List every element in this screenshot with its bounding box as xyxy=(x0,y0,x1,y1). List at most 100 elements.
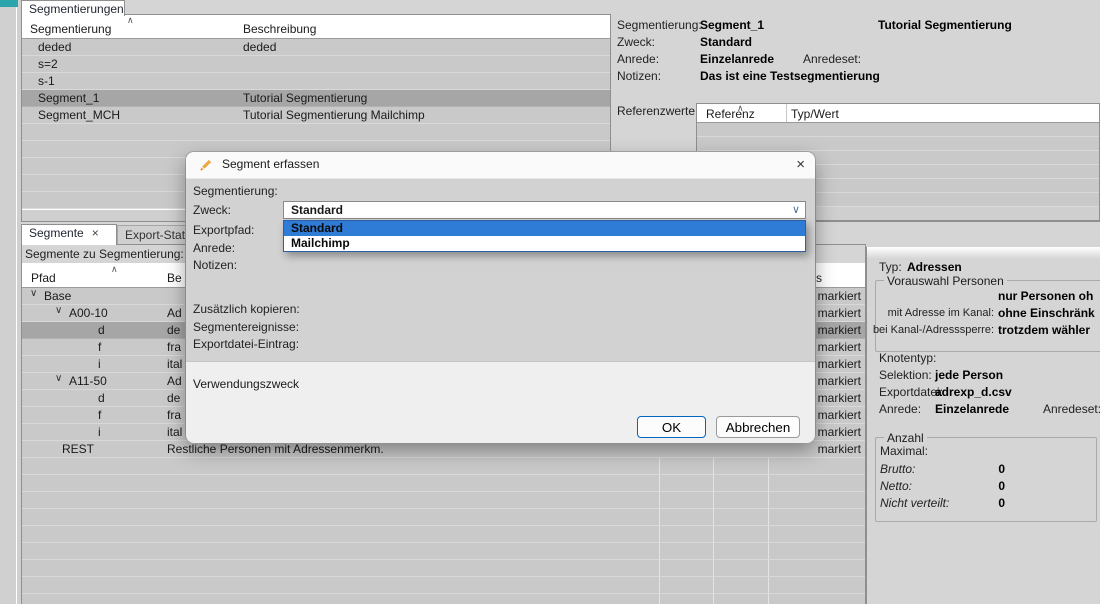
tree-expand-icon[interactable]: ∨ xyxy=(55,305,62,316)
empty-row[interactable] xyxy=(22,458,865,475)
count-label: Netto: xyxy=(880,479,912,493)
tree-label: f xyxy=(98,340,101,354)
col-header-marker[interactable]: s xyxy=(816,271,822,285)
vorauswahl-groupbox: Vorauswahl Personen nur Personen ohmit A… xyxy=(875,280,1100,352)
grid-line xyxy=(713,577,714,593)
tab-export-statistik[interactable]: Export-Statisti xyxy=(117,225,195,245)
grid-line xyxy=(768,458,769,474)
group-row-label: bei Kanal-/Adresssperre: xyxy=(873,324,994,336)
tree-marker: markiert xyxy=(778,442,861,456)
tab-segmentierungen[interactable]: Segmentierungen× xyxy=(21,0,125,16)
sort-asc-icon: ∧ xyxy=(737,104,744,112)
empty-row[interactable] xyxy=(697,123,1099,137)
anzahl-legend: Anzahl xyxy=(884,431,927,445)
empty-row[interactable] xyxy=(22,492,865,509)
row-desc: Tutorial Segmentierung xyxy=(243,91,367,105)
grid-line xyxy=(659,492,660,508)
dropdown-option-mailchimp[interactable]: Mailchimp xyxy=(284,236,805,251)
vorauswahl-legend: Vorauswahl Personen xyxy=(884,274,1007,288)
zweck-combobox-value: Standard xyxy=(291,203,343,217)
dialog-field-label: Exportpfad: xyxy=(193,223,254,237)
tab-segmente[interactable]: Segmente× xyxy=(21,224,117,245)
count-value: 0 xyxy=(981,479,1005,493)
segments-caption: Segmente zu Segmentierung: Se xyxy=(25,247,202,261)
col-header-beschreibung[interactable]: Be xyxy=(167,271,182,285)
segmentation-table-header[interactable]: Segmentierung Beschreibung ∧ xyxy=(22,15,610,39)
tree-expand-icon[interactable]: ∨ xyxy=(30,288,37,299)
grid-line xyxy=(659,458,660,474)
detail-label: Notizen: xyxy=(617,69,661,83)
dialog-close-icon[interactable]: × xyxy=(796,156,805,173)
grid-line xyxy=(713,543,714,559)
col-header-beschreibung[interactable]: Beschreibung xyxy=(243,22,316,36)
count-label: Brutto: xyxy=(880,462,915,476)
dropdown-option-standard[interactable]: Standard xyxy=(284,221,805,236)
grid-line xyxy=(713,458,714,474)
column-separator xyxy=(786,104,787,122)
tree-desc: fra xyxy=(167,408,181,422)
col-header-pfad[interactable]: Pfad xyxy=(31,271,56,285)
empty-row[interactable] xyxy=(22,560,865,577)
tab-close-icon[interactable]: × xyxy=(92,226,99,240)
table-row[interactable]: deded deded xyxy=(22,39,610,56)
left-rail-divider xyxy=(16,0,17,604)
detail-value: Das ist eine Testsegmentierung xyxy=(700,69,880,83)
row-name: deded xyxy=(38,40,71,54)
sort-asc-icon: ∧ xyxy=(127,16,134,24)
empty-row[interactable] xyxy=(22,124,610,141)
verwendungszweck-label: Verwendungszweck xyxy=(193,377,299,391)
selektion-value: jede Person xyxy=(935,368,1003,382)
empty-row[interactable] xyxy=(697,137,1099,151)
tree-desc: Ad xyxy=(167,306,182,320)
grid-line xyxy=(659,475,660,491)
tree-row[interactable]: RESTRestliche Personen mit Adressenmerkm… xyxy=(22,441,865,458)
maximal-label: Maximal: xyxy=(880,444,928,458)
grid-line xyxy=(659,543,660,559)
col-header-segmentierung[interactable]: Segmentierung xyxy=(30,22,111,36)
empty-row[interactable] xyxy=(22,577,865,594)
referenzwerte-label: Referenzwerte: xyxy=(617,104,698,118)
detail-row: Notizen: Das ist eine Testsegmentierung xyxy=(617,69,1100,85)
cancel-button[interactable]: Abbrechen xyxy=(716,416,800,438)
count-value: 0 xyxy=(981,462,1005,476)
row-name: Segment_MCH xyxy=(38,108,120,122)
count-row: Netto: 0 xyxy=(876,479,1094,494)
empty-row[interactable] xyxy=(22,543,865,560)
empty-row[interactable] xyxy=(22,526,865,543)
empty-row[interactable] xyxy=(22,475,865,492)
typ-value: Adressen xyxy=(907,260,962,274)
detail-row: Anrede:EinzelanredeAnredeset: xyxy=(617,52,1100,68)
row-name: Segment_1 xyxy=(38,91,99,105)
row-desc: deded xyxy=(243,40,276,54)
grid-line xyxy=(659,560,660,576)
table-row[interactable]: Segment_MCHTutorial Segmentierung Mailch… xyxy=(22,107,610,124)
grid-line xyxy=(713,560,714,576)
sort-asc-icon: ∧ xyxy=(111,265,118,273)
table-row[interactable]: s=2 xyxy=(22,56,610,73)
dialog-field-label: Zusätzlich kopieren: xyxy=(193,302,300,316)
tree-label: d xyxy=(98,391,105,405)
detail-label: Segmentierung: xyxy=(617,18,702,32)
ok-button[interactable]: OK xyxy=(637,416,706,438)
grid-line xyxy=(659,577,660,593)
detail-value: Einzelanrede xyxy=(700,52,774,66)
chevron-down-icon[interactable]: ∨ xyxy=(792,203,800,216)
table-row[interactable]: s-1 xyxy=(22,73,610,90)
panel-header-gradient xyxy=(867,247,1100,259)
empty-row[interactable] xyxy=(22,509,865,526)
col-header-typwert[interactable]: Typ/Wert xyxy=(791,107,839,121)
tree-label: A11-50 xyxy=(69,374,107,388)
tree-expand-icon[interactable]: ∨ xyxy=(55,373,62,384)
tab-export-statistik-label: Export-Statisti xyxy=(125,228,195,242)
grid-line xyxy=(713,509,714,525)
empty-row[interactable] xyxy=(22,594,865,604)
detail-extra: Tutorial Segmentierung xyxy=(878,18,1012,32)
table-row[interactable]: Segment_1 Tutorial Segmentierung xyxy=(22,90,610,107)
group-row-value: ohne Einschränk xyxy=(998,306,1095,320)
zweck-combobox[interactable]: Standard ∨ xyxy=(283,201,806,219)
grid-line xyxy=(768,526,769,542)
dialog-field-label: Notizen: xyxy=(193,258,237,272)
col-header-referenz[interactable]: Referenz xyxy=(706,107,755,121)
referenzwerte-header[interactable]: Referenz Typ/Wert ∧ xyxy=(697,104,1099,123)
tree-label: f xyxy=(98,408,101,422)
